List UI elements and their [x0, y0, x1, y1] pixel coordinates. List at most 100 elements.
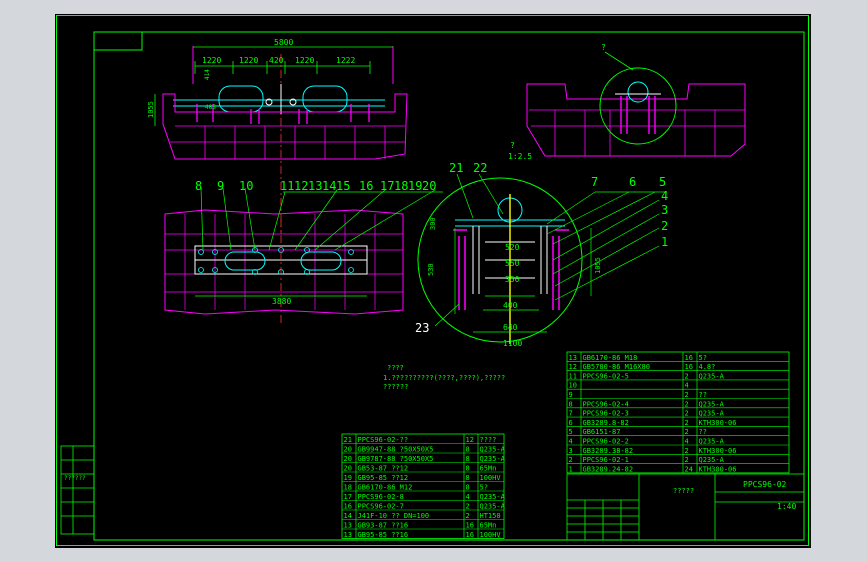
bom-left-cell: 16: [466, 522, 474, 530]
bom-left-cell: GB95-85 ??16: [358, 531, 409, 539]
bom-right-cell: 1: [569, 465, 573, 473]
bom-right-cell: 5?: [699, 354, 707, 362]
detail-dim-350: 350: [505, 275, 520, 284]
drawing-canvas[interactable]: ?????? 5800 1220 1220 420 1220 1222 1055…: [55, 14, 811, 548]
notes-line-1: 1.??????????(????,????),?????: [383, 374, 505, 382]
bom-left-cell: Q235-A: [480, 455, 506, 463]
bom-left-cell: GB9947-88 ?50X50X5: [358, 446, 434, 454]
detail-balloon-6: 6: [629, 175, 636, 189]
bom-left-cell: 14: [344, 512, 352, 520]
bom-left-cell: J41F-10 ?? DN=100: [358, 512, 430, 520]
drawing-scale: 1:40: [777, 502, 796, 511]
side-view-mark: ?: [601, 43, 606, 52]
bom-right-cell: 2: [685, 400, 689, 408]
left-side-text: ??????: [64, 475, 86, 482]
title-placeholder: ?????: [673, 487, 694, 495]
title-corner-box: [93, 31, 143, 51]
plan-view: [164, 187, 443, 326]
detail-view: [417, 173, 667, 344]
bom-left-cell: 16: [344, 503, 352, 511]
bom-left-cell: 65Mn: [480, 465, 497, 473]
bom-right-cell: 2: [569, 456, 573, 464]
detail-mark: ?: [510, 141, 515, 150]
notes-line-2: ??????: [383, 383, 408, 391]
bom-left-cell: 12: [466, 436, 474, 444]
outer-border: [56, 15, 809, 546]
bom-right-cell: 2: [685, 410, 689, 418]
front-overall-dim: 5800: [274, 38, 293, 47]
detail-balloon-5: 5: [659, 175, 666, 189]
detail-balloon-21: 21: [449, 161, 463, 175]
cad-drawing: ?????? 5800 1220 1220 420 1220 1222 1055…: [56, 15, 809, 546]
drawing-number: PPCS96-02: [743, 480, 787, 489]
bom-right-cell: 8: [569, 400, 573, 408]
detail-side-dim-1055: 1055: [594, 257, 602, 274]
plan-balloon-17: 17: [380, 179, 394, 193]
bom-left-table: 21 PPCS96-02-?? 12 ???? 20 GB9947-88 ?50X50X5…: [341, 433, 506, 539]
detail-balloon-2: 2: [661, 219, 668, 233]
bom-right-cell: GB5780-86 M16X80: [583, 363, 650, 371]
detail-dim-400: 400: [503, 301, 518, 310]
bom-right-cell: 5: [569, 428, 573, 436]
bom-right-cell: 2: [685, 447, 689, 455]
bom-left-cell: 13: [344, 522, 352, 530]
bom-left-cell: 100HV: [480, 474, 502, 482]
bom-right-cell: PPCS96-02-5: [583, 372, 629, 380]
detail-dim-640: 640: [503, 323, 518, 332]
bom-right-cell: KTH300-06: [699, 465, 737, 473]
bom-left-cell: 18: [344, 484, 352, 492]
bom-right-cell: 9: [569, 391, 573, 399]
bom-right-cell: GB3289.24-82: [583, 465, 634, 473]
bom-left-cell: 17: [344, 493, 352, 501]
bom-left-cell: GB95-85 ??12: [358, 474, 409, 482]
front-dim-seg-4: 1220: [295, 56, 314, 65]
bom-right-cell: GB3289.38-82: [583, 447, 634, 455]
plan-length-dim: 3880: [272, 297, 291, 306]
bom-right-cell: 7: [569, 410, 573, 418]
detail-balloon-22: 22: [473, 161, 487, 175]
bom-right-cell: 11: [569, 372, 577, 380]
bom-right-cell: 2: [685, 419, 689, 427]
bom-right-cell: 13: [569, 354, 577, 362]
bom-right-cell: GB6151-87: [583, 428, 621, 436]
bom-left-cell: 20: [344, 455, 352, 463]
bom-left-cell: GB6170-86 M12: [358, 484, 413, 492]
bom-left-cell: Q235-A: [480, 503, 506, 511]
detail-balloon-7: 7: [591, 175, 598, 189]
plan-balloon-19: 19: [408, 179, 422, 193]
front-dim-seg-3: 420: [269, 56, 284, 65]
detail-dim-1100: 1100: [503, 339, 522, 348]
front-dim-seg-5: 1222: [336, 56, 355, 65]
bom-left-cell: GB9787-88 ?50X50X5: [358, 455, 434, 463]
bom-right-cell: 6: [569, 419, 573, 427]
bom-left-cell: 20: [344, 446, 352, 454]
bom-left-cell: ????: [480, 436, 497, 444]
plan-balloon-9: 9: [217, 179, 224, 193]
bom-left-cell: 2: [466, 503, 470, 511]
bom-left-cell: 8: [466, 474, 470, 482]
bom-right-cell: 2: [685, 428, 689, 436]
bom-left-cell: 21: [344, 436, 352, 444]
bom-left-cell: Q235-A: [480, 446, 506, 454]
bom-left-cell: 13: [344, 531, 352, 539]
bom-right-cell: GB3289.8-82: [583, 419, 629, 427]
bom-left-cell: 8: [466, 465, 470, 473]
bom-left-cell: 8: [466, 484, 470, 492]
bom-left-cell: 5?: [480, 484, 488, 492]
plan-side-dim: 530: [427, 263, 435, 276]
bom-right-cell: KTH300-06: [699, 419, 737, 427]
bom-right-cell: KTH300-06: [699, 447, 737, 455]
bom-right-cell: 16: [685, 363, 693, 371]
bom-right-cell: GB6170-86 M18: [583, 354, 638, 362]
plan-balloon-12: 12: [294, 179, 308, 193]
detail-balloon-4: 4: [661, 189, 668, 203]
plan-balloon-13: 13: [308, 179, 322, 193]
bom-right-cell: 4: [685, 438, 689, 446]
bom-right-cell: Q235-A: [699, 372, 725, 380]
bom-left-cell: GB93-87 ??16: [358, 522, 409, 530]
bom-left-cell: PPCS96-02-??: [358, 436, 409, 444]
bom-right-cell: 12: [569, 363, 577, 371]
bom-right-cell: 2: [685, 456, 689, 464]
detail-balloon-3: 3: [661, 203, 668, 217]
bom-right-cell: 24: [685, 465, 693, 473]
